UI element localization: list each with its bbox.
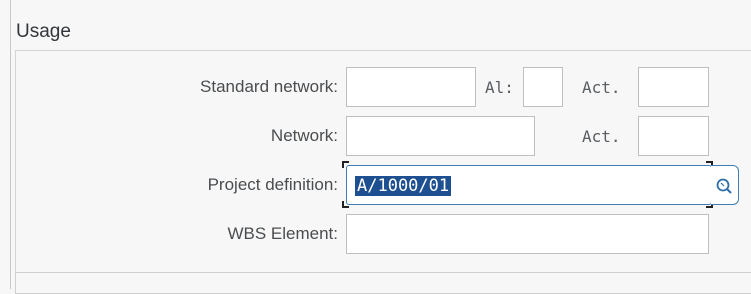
wbs-element-field[interactable] bbox=[346, 214, 709, 254]
project-definition-value: A/1000/01 bbox=[355, 176, 452, 196]
standard-network-activity-label: Act. bbox=[582, 78, 621, 97]
network-field[interactable] bbox=[346, 116, 535, 156]
network-activity-field[interactable] bbox=[638, 116, 709, 156]
standard-network-label: Standard network: bbox=[200, 77, 338, 96]
project-search-button[interactable] bbox=[711, 165, 739, 205]
standard-network-activity-field[interactable] bbox=[638, 67, 709, 107]
search-help-icon bbox=[716, 178, 732, 194]
network-label: Network: bbox=[270, 126, 338, 145]
project-definition-field[interactable]: A/1000/01 bbox=[346, 165, 712, 205]
next-group-box bbox=[15, 272, 751, 294]
focus-corner-tl bbox=[342, 161, 349, 168]
standard-network-field[interactable] bbox=[346, 67, 476, 107]
alternative-field[interactable] bbox=[523, 67, 563, 107]
al-label: Al: bbox=[485, 78, 514, 97]
group-title: Usage bbox=[16, 21, 71, 42]
focus-corner-bl bbox=[342, 201, 349, 208]
network-activity-label: Act. bbox=[582, 127, 621, 146]
project-definition-label: Project definition: bbox=[207, 175, 338, 194]
wbs-element-label: WBS Element: bbox=[227, 224, 338, 243]
